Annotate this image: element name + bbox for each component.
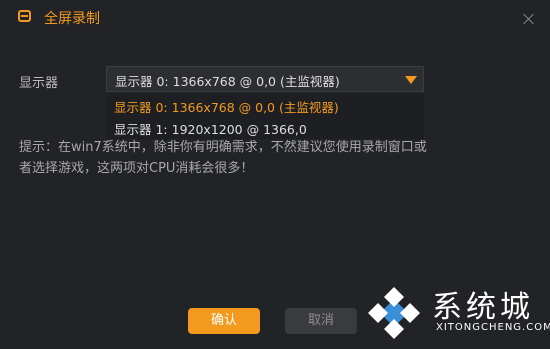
confirm-button[interactable]: 确认 xyxy=(188,308,260,334)
hint-line-2: 者选择游戏，这两项对CPU消耗会很多！ xyxy=(19,161,254,176)
monitor-option-0[interactable]: 显示器 0: 1366x768 @ 0,0 (主监视器) xyxy=(114,97,339,116)
monitor-option-1[interactable]: 显示器 1: 1920x1200 @ 1366,0 xyxy=(114,119,307,138)
watermark-url: XITONGCHENG.COM xyxy=(436,322,550,333)
cancel-button[interactable]: 取消 xyxy=(285,308,357,334)
hint-line-1: 提示：在win7系统中，除非你有明确需求，不然建议您使用录制窗口或 xyxy=(19,140,427,155)
title-bar: 全屏录制 xyxy=(0,0,550,38)
close-icon[interactable] xyxy=(522,12,536,26)
monitor-dropdown-list: 显示器 0: 1366x768 @ 0,0 (主监视器) 显示器 1: 1920… xyxy=(106,93,424,139)
window-title: 全屏录制 xyxy=(44,11,100,27)
monitor-label: 显示器 xyxy=(19,76,59,91)
hint-text: 提示：在win7系统中，除非你有明确需求，不然建议您使用录制窗口或 者选择游戏，… xyxy=(19,137,519,179)
monitor-select-value: 显示器 0: 1366x768 @ 0,0 (主监视器) xyxy=(115,74,340,89)
chevron-down-icon[interactable] xyxy=(399,67,423,91)
watermark: 系统城 XITONGCHENG.COM xyxy=(360,272,550,349)
window-icon xyxy=(18,10,31,22)
watermark-logo-icon xyxy=(368,287,420,339)
monitor-select[interactable]: 显示器 0: 1366x768 @ 0,0 (主监视器) xyxy=(106,66,424,92)
watermark-name: 系统城 xyxy=(432,290,534,325)
